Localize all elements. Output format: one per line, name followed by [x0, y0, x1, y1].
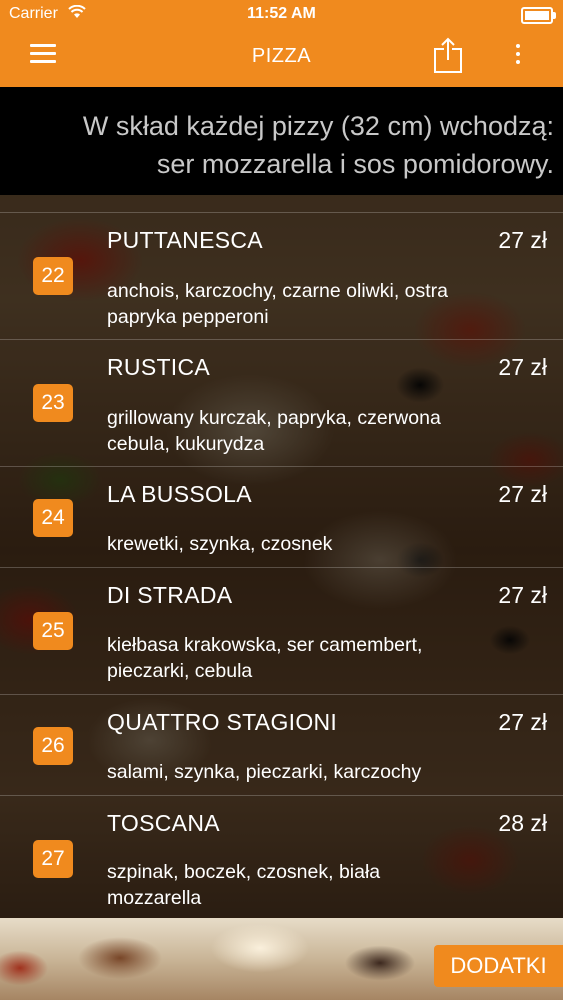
list-item[interactable]: TOSCANA 28 zł 27 szpinak, boczek, czosne… — [0, 795, 563, 919]
page-title: PIZZA — [251, 45, 312, 67]
list-item[interactable]: QUATTRO STAGIONI 27 zł 26 salami, szynka… — [0, 694, 563, 795]
pizza-number-badge: 26 — [33, 727, 73, 765]
banner-line-1: W skład każdej pizzy (32 cm) wchodzą: — [82, 111, 554, 141]
pizza-price: 28 zł — [498, 810, 547, 836]
more-vertical-icon[interactable] — [510, 44, 526, 68]
ingredients-line: papryka pepperoni — [107, 306, 269, 328]
banner-line-2: ser mozzarella i sos pomidorowy. — [156, 149, 554, 179]
ingredients-line: krewetki, szynka, czosnek — [107, 533, 333, 555]
pizza-ingredients: grillowany kurczak, papryka, czerwona ce… — [107, 405, 527, 457]
list-item[interactable]: LA BUSSOLA 27 zł 24 krewetki, szynka, cz… — [0, 466, 563, 567]
pizza-ingredients: krewetki, szynka, czosnek — [107, 531, 527, 557]
ingredients-line: salami, szynka, pieczarki, karczochy — [107, 761, 422, 783]
pizza-price: 27 zł — [498, 582, 547, 608]
pizza-price: 27 zł — [498, 709, 547, 735]
ingredients-line: kiełbasa krakowska, ser camembert, — [107, 634, 423, 656]
ingredients-line: anchois, karczochy, czarne oliwki, ostra — [107, 280, 449, 302]
pizza-ingredients: salami, szynka, pieczarki, karczochy — [107, 759, 527, 785]
pizza-number-badge: 24 — [33, 499, 73, 537]
pizza-name: DI STRADA — [107, 582, 233, 608]
list-item[interactable]: PUTTANESCA 27 zł 22 anchois, karczochy, … — [0, 212, 563, 339]
pizza-name: PUTTANESCA — [107, 227, 263, 253]
pizza-name: TOSCANA — [107, 810, 220, 836]
ingredients-line: cebula, kukurydza — [107, 433, 265, 455]
header-bar: Carrier 11:52 AM PIZZA — [0, 0, 563, 87]
ingredients-banner: W skład każdej pizzy (32 cm) wchodzą: se… — [0, 87, 563, 195]
pizza-number-badge: 22 — [33, 257, 73, 295]
dodatki-button[interactable]: DODATKI — [434, 945, 563, 987]
clock: 11:52 AM — [247, 5, 316, 22]
list-item[interactable]: DI STRADA 27 zł 25 kiełbasa krakowska, s… — [0, 567, 563, 694]
ingredients-line: pieczarki, cebula — [107, 660, 253, 682]
ingredients-line: szpinak, boczek, czosnek, biała — [107, 861, 381, 883]
pizza-price: 27 zł — [498, 481, 547, 507]
pizza-price: 27 zł — [498, 227, 547, 253]
pizza-number-badge: 27 — [33, 840, 73, 878]
ingredients-line: grillowany kurczak, papryka, czerwona — [107, 407, 441, 429]
pizza-ingredients: anchois, karczochy, czarne oliwki, ostra… — [107, 278, 527, 330]
pizza-price: 27 zł — [498, 354, 547, 380]
ingredients-line: mozzarella — [107, 887, 202, 909]
pizza-ingredients: kiełbasa krakowska, ser camembert, piecz… — [107, 632, 527, 684]
battery-icon — [521, 7, 556, 24]
pizza-number-badge: 23 — [33, 384, 73, 422]
share-icon[interactable] — [433, 36, 463, 74]
pizza-number-badge: 25 — [33, 612, 73, 650]
pizza-ingredients: szpinak, boczek, czosnek, biała mozzarel… — [107, 859, 527, 911]
pizza-name: RUSTICA — [107, 354, 211, 380]
pizza-name: LA BUSSOLA — [107, 481, 252, 507]
list-item[interactable]: RUSTICA 27 zł 23 grillowany kurczak, pap… — [0, 339, 563, 466]
status-bar: Carrier 11:52 AM — [0, 0, 563, 30]
pizza-name: QUATTRO STAGIONI — [107, 709, 338, 735]
